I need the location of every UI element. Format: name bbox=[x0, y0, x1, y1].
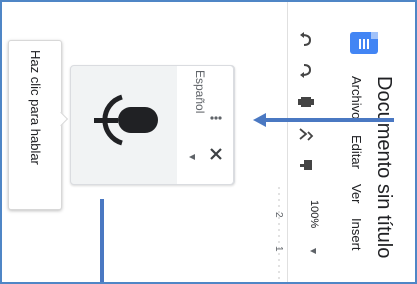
language-selector[interactable]: Español bbox=[193, 70, 207, 113]
print-icon[interactable] bbox=[298, 94, 314, 110]
more-vert-icon[interactable] bbox=[208, 110, 224, 126]
microphone-button[interactable] bbox=[88, 85, 160, 157]
chevron-down-icon[interactable] bbox=[308, 246, 318, 258]
vertical-ruler bbox=[274, 187, 284, 282]
menu-item-ver[interactable]: Ver bbox=[349, 184, 364, 204]
caret-icon[interactable] bbox=[185, 150, 199, 164]
ruler-label: 1 bbox=[273, 246, 284, 252]
menu-item-insert[interactable]: Insert bbox=[349, 218, 364, 251]
microphone-icon bbox=[94, 94, 158, 146]
menu-item-editar[interactable]: Editar bbox=[349, 135, 364, 169]
menu-item-archivo[interactable]: Archivo bbox=[349, 76, 364, 119]
tooltip-text: Haz clic para hablar bbox=[28, 50, 43, 165]
zoom-selector[interactable]: 100% bbox=[308, 200, 320, 228]
spellcheck-icon[interactable] bbox=[298, 126, 314, 142]
annotation-arrowhead bbox=[253, 113, 266, 127]
ruler-label: 2 bbox=[273, 212, 284, 218]
paint-format-icon[interactable] bbox=[298, 158, 314, 174]
annotation-line bbox=[100, 199, 104, 282]
document-title[interactable]: Documento sin título bbox=[372, 76, 395, 258]
undo-icon[interactable] bbox=[298, 32, 314, 48]
screenshot-frame: Haz clic para hablar Español 2 1 100% Do… bbox=[0, 0, 417, 284]
annotation-arrow-line bbox=[264, 118, 394, 122]
docs-logo-lines bbox=[358, 37, 370, 49]
close-icon[interactable] bbox=[208, 147, 224, 163]
redo-icon[interactable] bbox=[298, 62, 314, 78]
